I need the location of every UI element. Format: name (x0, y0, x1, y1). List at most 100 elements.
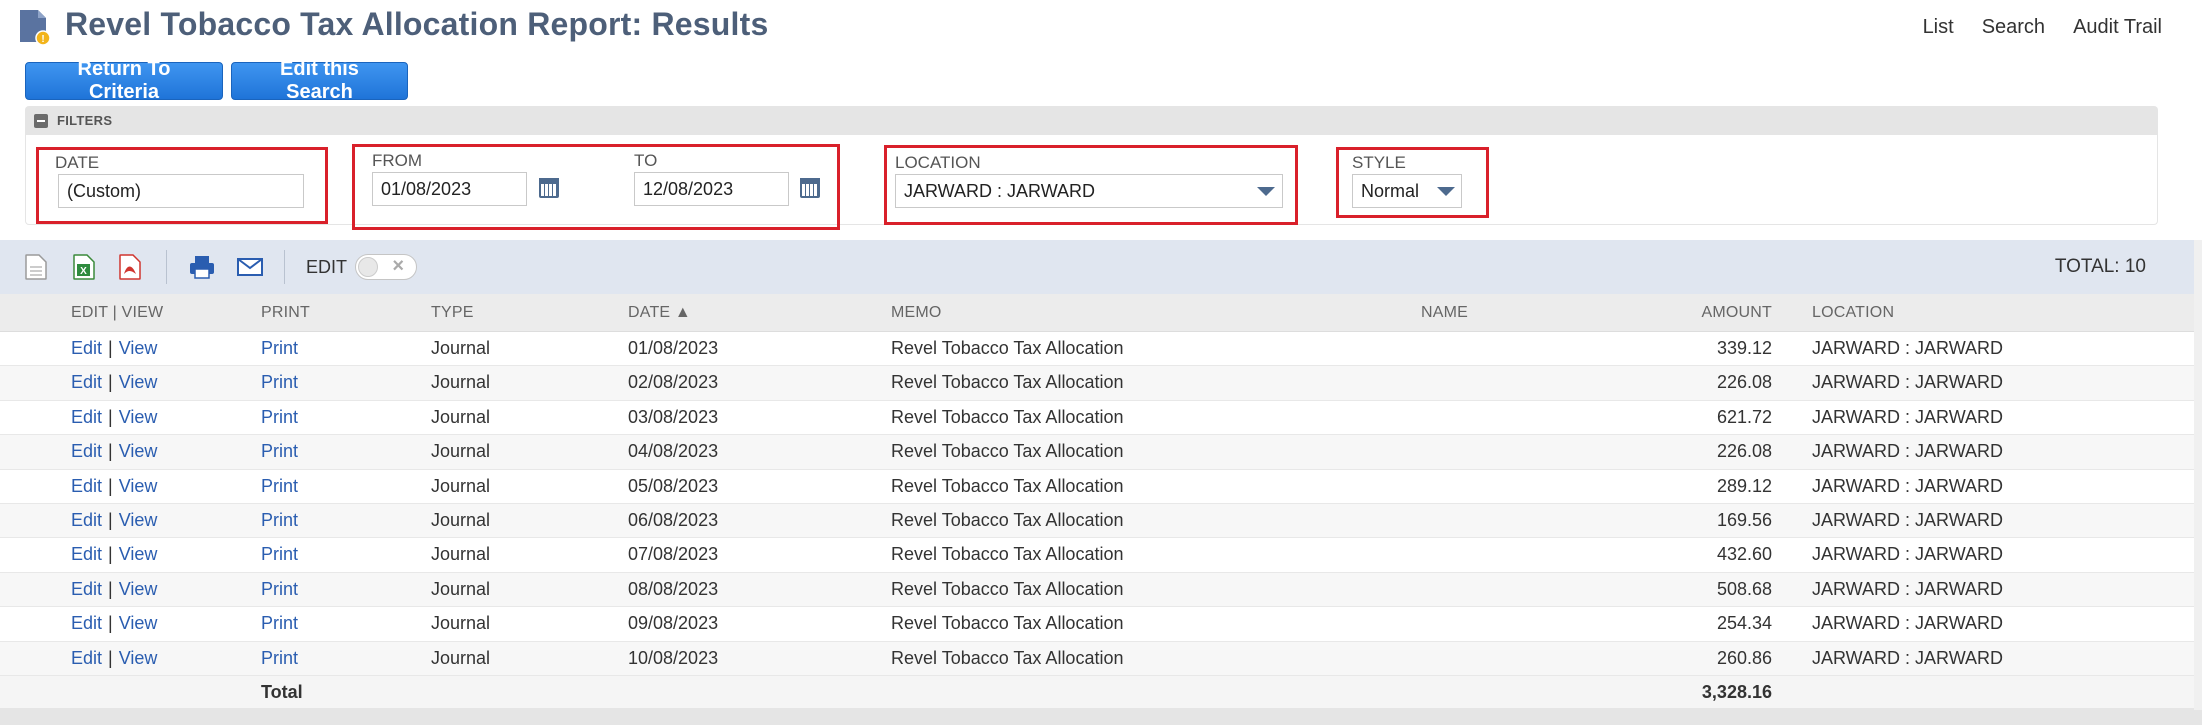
view-link[interactable]: View (119, 338, 158, 358)
table-row: Edit | View Print Journal 10/08/2023 Revel Tob… (0, 641, 2202, 676)
style-value: Normal (1361, 181, 1420, 201)
print-link[interactable]: Print (261, 338, 298, 359)
view-link[interactable]: View (119, 510, 158, 530)
column-header-amount[interactable]: AMOUNT (1612, 304, 1772, 322)
view-link[interactable]: View (119, 407, 158, 427)
svg-text:!: ! (41, 34, 44, 45)
export-pdf-icon[interactable] (119, 254, 141, 280)
edit-view-cell: Edit | View (71, 648, 157, 669)
type-cell: Journal (431, 372, 491, 393)
print-link[interactable]: Print (261, 407, 298, 428)
view-link[interactable]: View (119, 544, 158, 564)
column-header-memo[interactable]: MEMO (891, 304, 942, 322)
location-cell: JARWARD : JARWARD (1812, 544, 2004, 565)
edit-link[interactable]: Edit (71, 338, 102, 358)
from-label: FROM (372, 151, 423, 170)
date-label: DATE (55, 153, 100, 172)
view-link[interactable]: View (119, 648, 158, 668)
audit-trail-link[interactable]: Audit Trail (2073, 16, 2162, 39)
edit-this-search-button[interactable]: Edit this Search (231, 58, 408, 103)
memo-cell: Revel Tobacco Tax Allocation (891, 647, 1124, 668)
from-calendar-icon[interactable] (539, 178, 559, 198)
location-cell: JARWARD : JARWARD (1812, 509, 2004, 530)
search-link[interactable]: Search (1982, 16, 2045, 39)
amount-cell: 432.60 (1716, 544, 1772, 565)
view-link[interactable]: View (119, 441, 158, 461)
table-row: Edit | View Print Journal 01/08/2023 Revel Tob… (0, 332, 2202, 367)
view-link[interactable]: View (119, 476, 158, 496)
column-header-print[interactable]: PRINT (261, 304, 310, 322)
table-row: Edit | View Print Journal 03/08/2023 Revel Tob… (0, 400, 2202, 436)
link-separator: | (108, 544, 113, 565)
edit-view-cell: Edit | View (71, 476, 157, 497)
filters-header[interactable]: FILTERS (25, 106, 2158, 135)
style-dropdown-icon[interactable] (1437, 187, 1455, 196)
export-excel-icon[interactable]: X (73, 254, 95, 280)
amount-cell: 226.08 (1716, 441, 1772, 462)
edit-view-cell: Edit | View (71, 407, 157, 428)
export-csv-icon[interactable] (25, 254, 47, 280)
memo-cell: Revel Tobacco Tax Allocation (891, 372, 1124, 393)
location-cell: JARWARD : JARWARD (1812, 578, 2004, 599)
edit-link[interactable]: Edit (71, 441, 102, 461)
location-cell: JARWARD : JARWARD (1812, 647, 2004, 668)
column-header-name[interactable]: NAME (1421, 304, 1468, 322)
email-icon[interactable] (237, 254, 263, 280)
table-header: EDIT | VIEW PRINT TYPE DATE ▲ MEMO NAME … (0, 294, 2202, 332)
location-select[interactable]: JARWARD : JARWARD (895, 174, 1283, 208)
print-link[interactable]: Print (261, 441, 298, 462)
print-link[interactable]: Print (261, 510, 298, 531)
print-link[interactable]: Print (261, 613, 298, 634)
date-cell: 04/08/2023 (628, 441, 719, 462)
scrollbar[interactable] (2194, 240, 2202, 710)
edit-link[interactable]: Edit (71, 579, 102, 599)
type-cell: Journal (431, 475, 491, 496)
column-header-location[interactable]: LOCATION (1812, 304, 1894, 322)
return-to-criteria-button[interactable]: Return To Criteria (25, 58, 223, 103)
page-title: Revel Tobacco Tax Allocation Report: Res… (65, 6, 769, 42)
edit-link[interactable]: Edit (71, 476, 102, 496)
edit-link[interactable]: Edit (71, 613, 102, 633)
view-link[interactable]: View (119, 579, 158, 599)
print-link[interactable]: Print (261, 579, 298, 600)
view-link[interactable]: View (119, 613, 158, 633)
edit-link[interactable]: Edit (71, 407, 102, 427)
type-cell: Journal (431, 406, 491, 427)
edit-link[interactable]: Edit (71, 372, 102, 392)
report-document-icon: ! (20, 10, 51, 46)
memo-cell: Revel Tobacco Tax Allocation (891, 544, 1124, 565)
date-field[interactable]: (Custom) (58, 174, 304, 208)
to-calendar-icon[interactable] (800, 178, 820, 198)
total-amount: 3,328.16 (1701, 681, 1772, 702)
location-cell: JARWARD : JARWARD (1812, 475, 2004, 496)
link-separator: | (108, 647, 113, 668)
date-cell: 08/08/2023 (628, 578, 719, 599)
edit-link[interactable]: Edit (71, 648, 102, 668)
print-link[interactable]: Print (261, 544, 298, 565)
filters-label: FILTERS (57, 113, 113, 128)
memo-cell: Revel Tobacco Tax Allocation (891, 338, 1124, 358)
amount-cell: 339.12 (1716, 338, 1772, 358)
table-row: Edit | View Print Journal 06/08/2023 Revel Tob… (0, 503, 2202, 539)
amount-cell: 508.68 (1716, 578, 1772, 599)
edit-view-cell: Edit | View (71, 372, 157, 393)
amount-cell: 289.12 (1716, 475, 1772, 496)
from-date-field[interactable]: 01/08/2023 (372, 172, 527, 206)
to-label: TO (634, 151, 658, 170)
location-dropdown-icon[interactable] (1257, 187, 1275, 196)
collapse-icon[interactable] (34, 114, 48, 128)
column-header-date[interactable]: DATE ▲ (628, 304, 691, 322)
print-link[interactable]: Print (261, 372, 298, 393)
view-link[interactable]: View (119, 372, 158, 392)
edit-link[interactable]: Edit (71, 544, 102, 564)
print-link[interactable]: Print (261, 648, 298, 669)
print-link[interactable]: Print (261, 476, 298, 497)
list-link[interactable]: List (1923, 16, 1954, 39)
column-header-type[interactable]: TYPE (431, 304, 474, 322)
link-separator: | (108, 338, 113, 358)
edit-toggle[interactable]: × (355, 254, 417, 280)
edit-link[interactable]: Edit (71, 510, 102, 530)
to-date-field[interactable]: 12/08/2023 (634, 172, 789, 206)
toggle-knob (358, 257, 378, 277)
print-icon[interactable] (189, 254, 215, 280)
